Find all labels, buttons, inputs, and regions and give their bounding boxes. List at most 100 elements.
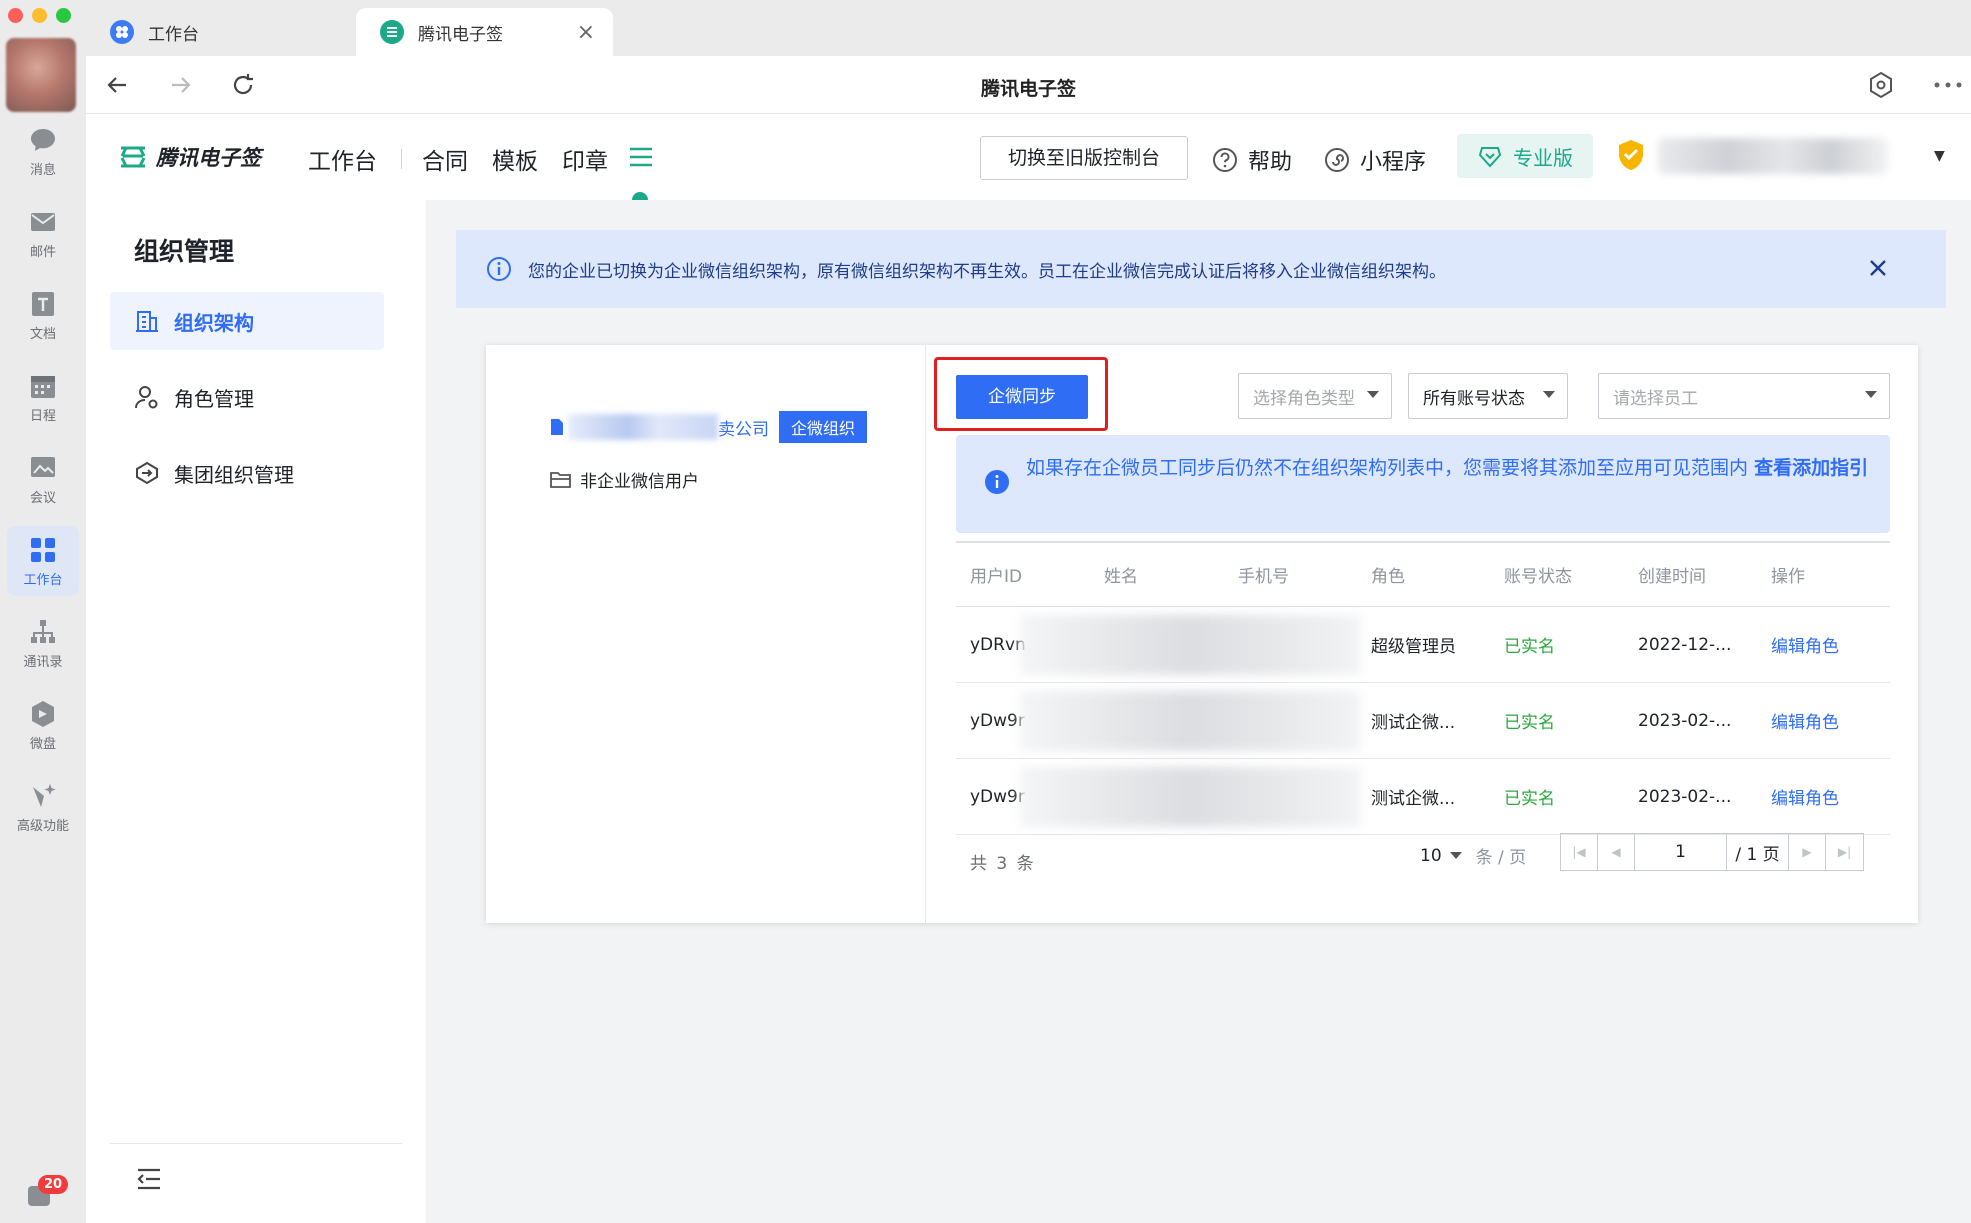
company-name-redacted <box>568 414 718 440</box>
prev-page-icon[interactable]: ◀ <box>1598 834 1635 870</box>
tab-esign[interactable]: 腾讯电子签 × <box>356 8 613 56</box>
user-table: 用户ID 姓名 手机号 角色 账号状态 创建时间 操作 yDRvn 超级管理员 … <box>956 541 1890 835</box>
redaction-blur <box>1020 615 1360 675</box>
cell-created: 2022-12-... <box>1638 634 1732 655</box>
close-icon[interactable] <box>1866 256 1890 280</box>
page-size-unit: 条 / 页 <box>1475 848 1527 868</box>
account-dropdown-icon[interactable]: ▼ <box>1934 148 1945 164</box>
redaction-blur <box>1020 691 1360 751</box>
org-sidebar: 组织管理 组织架构 角色管理 集团组织管理 <box>86 200 426 1223</box>
sidebar-item-group-org[interactable]: 集团组织管理 <box>110 444 384 502</box>
hamburger-menu-icon[interactable] <box>626 142 656 172</box>
top-nav: 工作台 合同 模板 印章 <box>308 142 632 176</box>
caret-down-icon <box>1865 391 1877 398</box>
col-header[interactable]: 手机号 <box>1224 562 1357 587</box>
rail-item-drive[interactable]: 微盘 <box>0 690 86 760</box>
nav-workbench[interactable]: 工作台 <box>308 142 377 176</box>
esign-logo-icon <box>120 146 146 168</box>
edit-role-link[interactable]: 编辑角色 <box>1757 708 1890 733</box>
sync-tip-banner: 如果存在企微员工同步后仍然不在组织架构列表中，您需要将其添加至应用可见范围内 查… <box>956 435 1890 533</box>
cell-role: 超级管理员 <box>1371 637 1456 657</box>
folder-open-icon <box>550 471 571 488</box>
notice-banner: 您的企业已切换为企业微信组织架构，原有微信组织架构不再生效。员工在企业微信完成认… <box>456 230 1946 308</box>
nav-divider <box>401 149 402 169</box>
sidebar-divider <box>110 1143 402 1144</box>
active-indicator <box>632 192 648 200</box>
rail-item-workbench[interactable]: 工作台 <box>7 526 79 596</box>
cell-role: 测试企微... <box>1371 789 1456 809</box>
help-link[interactable]: 帮助 <box>1212 144 1292 176</box>
col-header[interactable]: 角色 <box>1357 562 1490 587</box>
sidebar-item-label: 角色管理 <box>174 386 254 411</box>
view-guide-link[interactable]: 查看添加指引 <box>1754 457 1868 479</box>
account-status-select[interactable]: 所有账号状态 <box>1408 373 1568 419</box>
miniprogram-link[interactable]: 小程序 <box>1324 144 1426 176</box>
close-window-button[interactable] <box>8 8 23 23</box>
cell-created: 2023-02-... <box>1638 710 1732 731</box>
sidebar-item-role-management[interactable]: 角色管理 <box>110 368 384 426</box>
col-header[interactable]: 创建时间 <box>1624 562 1757 587</box>
user-settings-icon <box>135 386 158 409</box>
role-type-select[interactable]: 选择角色类型 <box>1238 373 1392 419</box>
minimize-window-button[interactable] <box>32 8 47 23</box>
folder-icon <box>551 419 563 435</box>
col-header[interactable]: 账号状态 <box>1490 562 1624 587</box>
nav-templates[interactable]: 模板 <box>492 142 538 176</box>
table-row: yDRvn 超级管理员 已实名 2022-12-... 编辑角色 <box>956 607 1890 683</box>
rail-item-calendar[interactable]: 日程 <box>0 362 86 432</box>
col-header[interactable]: 姓名 <box>1090 562 1224 587</box>
brand-logo[interactable]: 腾讯电子签 <box>118 142 261 172</box>
rail-item-meeting[interactable]: 会议 <box>0 444 86 514</box>
drive-icon <box>32 700 54 727</box>
avatar[interactable] <box>6 38 76 112</box>
redaction-blur <box>1020 767 1360 827</box>
employee-select[interactable]: 请选择员工 <box>1598 373 1890 419</box>
rail-label: 微盘 <box>29 736 56 752</box>
tab-bar: 工作台 腾讯电子签 × <box>86 0 1971 56</box>
rail-item-contacts[interactable]: 通讯录 <box>0 608 86 678</box>
switch-legacy-console-button[interactable]: 切换至旧版控制台 <box>980 136 1188 180</box>
grid-icon <box>31 537 55 562</box>
mail-icon <box>31 212 55 231</box>
pagination-bar: 共 3 条 10 条 / 页 |◀ ◀ 1 / 1 页 ▶ ▶| <box>956 821 1890 881</box>
first-page-icon[interactable]: |◀ <box>1561 834 1598 870</box>
maximize-window-button[interactable] <box>56 8 71 23</box>
tree-node-company[interactable]: 卖公司 企微组织 <box>550 411 868 443</box>
sidebar-title: 组织管理 <box>134 237 235 266</box>
rail-label: 消息 <box>29 162 56 178</box>
sidebar-item-org-structure[interactable]: 组织架构 <box>110 292 384 350</box>
app-header: 腾讯电子签 工作台 合同 模板 印章 切换至旧版控制台 帮助 小程序 专业版 ▼ <box>86 114 1971 200</box>
pro-edition-badge[interactable]: 专业版 <box>1457 134 1593 178</box>
collapse-sidebar-icon[interactable] <box>134 1164 164 1194</box>
tab-workbench[interactable]: 工作台 <box>86 8 356 56</box>
rail-item-docs[interactable]: 文档 <box>0 280 86 350</box>
org-tree: 卖公司 企微组织 非企业微信用户 <box>486 345 926 923</box>
page-number-input[interactable]: 1 <box>1635 834 1727 870</box>
rail-item-mail[interactable]: 邮件 <box>0 198 86 268</box>
page-size-select[interactable]: 10 条 / 页 <box>1420 843 1527 869</box>
rail-item-advanced[interactable]: 高级功能 <box>0 772 86 842</box>
more-icon[interactable] <box>1931 70 1965 100</box>
account-name-redacted[interactable] <box>1658 138 1888 174</box>
nav-seals[interactable]: 印章 <box>562 142 608 176</box>
wecom-sync-button[interactable]: 企微同步 <box>956 375 1088 419</box>
crown-icon <box>1478 147 1502 168</box>
info-filled-icon <box>985 470 1009 494</box>
info-icon <box>487 257 511 281</box>
edit-role-link[interactable]: 编辑角色 <box>1757 632 1890 657</box>
chat-bubble-icon <box>31 128 55 151</box>
nav-contracts[interactable]: 合同 <box>422 142 468 176</box>
col-header[interactable]: 用户ID <box>956 562 1090 587</box>
cell-status: 已实名 <box>1504 637 1555 657</box>
calendar-icon <box>31 375 55 398</box>
edit-role-link[interactable]: 编辑角色 <box>1757 784 1890 809</box>
next-page-icon[interactable]: ▶ <box>1789 834 1826 870</box>
meeting-icon <box>31 456 55 477</box>
last-page-icon[interactable]: ▶| <box>1826 834 1863 870</box>
tip-text: 如果存在企微员工同步后仍然不在组织架构列表中，您需要将其添加至应用可见范围内 <box>1026 457 1749 479</box>
settings-hex-icon[interactable] <box>1866 70 1896 100</box>
rail-item-messages[interactable]: 消息 <box>0 116 86 186</box>
col-header: 操作 <box>1771 567 1805 587</box>
close-icon[interactable]: × <box>577 20 595 45</box>
tree-node-non-wecom[interactable]: 非企业微信用户 <box>550 467 699 492</box>
